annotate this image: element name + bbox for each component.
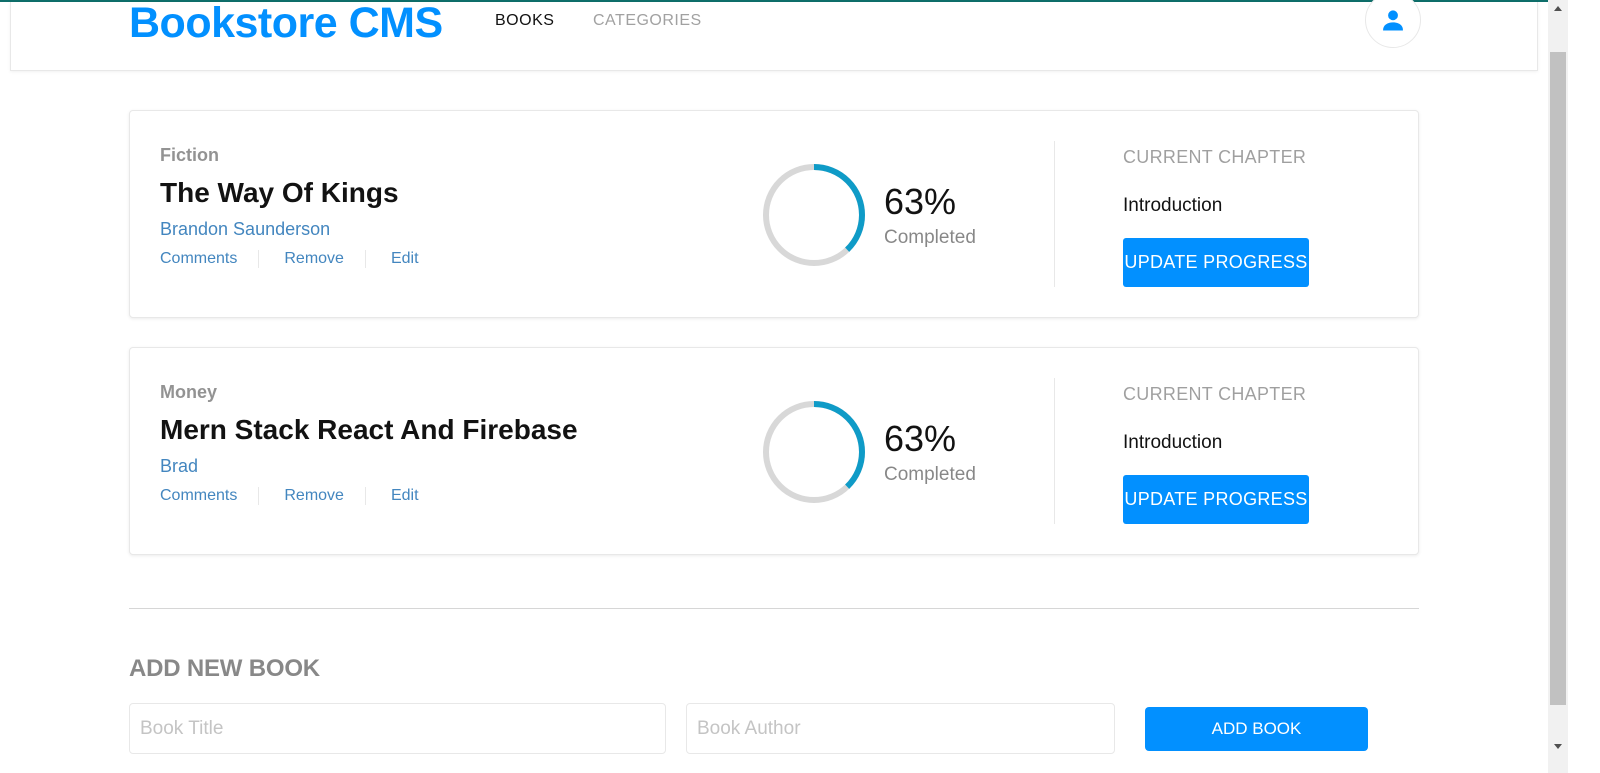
- edit-button[interactable]: Edit: [391, 250, 419, 268]
- book-actions: Comments Remove Edit: [160, 487, 419, 505]
- card-divider: [1054, 378, 1055, 524]
- add-book-button[interactable]: ADD BOOK: [1145, 707, 1368, 751]
- remove-button[interactable]: Remove: [284, 250, 344, 268]
- book-title: The Way Of Kings: [160, 177, 399, 208]
- page-margin: [1568, 0, 1600, 773]
- nav-categories[interactable]: CATEGORIES: [593, 11, 702, 31]
- brand-logo[interactable]: Bookstore CMS: [129, 0, 443, 48]
- section-separator: [129, 608, 1419, 609]
- update-progress-button[interactable]: UPDATE PROGRESS: [1123, 475, 1309, 524]
- scroll-down-arrow-icon[interactable]: [1548, 738, 1568, 755]
- scroll-up-arrow-icon[interactable]: [1548, 0, 1568, 17]
- book-title: Mern Stack React And Firebase: [160, 414, 578, 445]
- action-divider: [364, 487, 366, 505]
- user-icon: [1383, 10, 1403, 31]
- progress-percent: 63%: [884, 181, 957, 222]
- current-chapter-label: CURRENT CHAPTER: [1123, 384, 1307, 404]
- book-genre: Fiction: [160, 145, 219, 165]
- comments-button[interactable]: Comments: [160, 250, 237, 268]
- current-chapter-label: CURRENT CHAPTER: [1123, 147, 1307, 167]
- book-actions: Comments Remove Edit: [160, 250, 419, 268]
- progress-completed-label: Completed: [884, 227, 976, 248]
- edit-button[interactable]: Edit: [391, 487, 419, 505]
- current-chapter-value: Introduction: [1123, 195, 1223, 216]
- progress-completed-label: Completed: [884, 464, 976, 485]
- add-book-heading: ADD NEW BOOK: [129, 655, 320, 682]
- remove-button[interactable]: Remove: [284, 487, 344, 505]
- comments-button[interactable]: Comments: [160, 487, 237, 505]
- user-avatar-button[interactable]: [1365, 0, 1421, 48]
- card-divider: [1054, 141, 1055, 287]
- book-genre: Money: [160, 382, 218, 402]
- book-card: Money Mern Stack React And Firebase Brad…: [129, 347, 1419, 555]
- nav-books[interactable]: BOOKS: [495, 11, 554, 31]
- site-header: Bookstore CMS BOOKS CATEGORIES: [10, 0, 1538, 71]
- book-author: Brad: [160, 456, 199, 476]
- progress-ring: [763, 401, 865, 503]
- current-chapter-value: Introduction: [1123, 432, 1223, 453]
- progress-ring: [763, 164, 865, 266]
- action-divider: [258, 487, 260, 505]
- book-author-input[interactable]: [686, 703, 1115, 754]
- scrollbar-thumb[interactable]: [1550, 52, 1566, 705]
- action-divider: [258, 250, 260, 268]
- update-progress-button[interactable]: UPDATE PROGRESS: [1123, 238, 1309, 287]
- book-card: Fiction The Way Of Kings Brandon Saunder…: [129, 110, 1419, 318]
- action-divider: [364, 250, 366, 268]
- book-author: Brandon Saunderson: [160, 219, 331, 239]
- progress-percent: 63%: [884, 418, 957, 459]
- book-title-input[interactable]: [129, 703, 666, 754]
